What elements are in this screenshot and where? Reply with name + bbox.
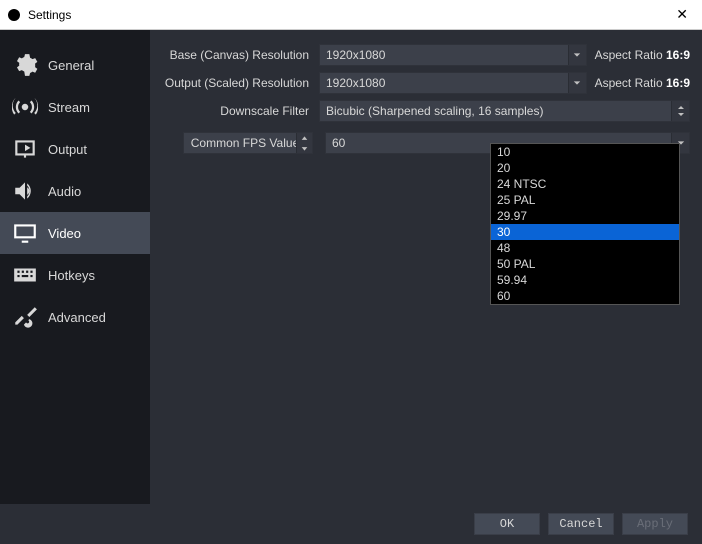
sidebar-item-label: Hotkeys <box>48 268 95 283</box>
ok-button[interactable]: OK <box>474 513 540 535</box>
cancel-button[interactable]: Cancel <box>548 513 614 535</box>
fps-option[interactable]: 30 <box>491 224 679 240</box>
downscale-filter-label: Downscale Filter <box>154 104 319 118</box>
sidebar-item-label: Audio <box>48 184 81 199</box>
chevron-down-icon <box>568 73 586 93</box>
sidebar-item-label: General <box>48 58 94 73</box>
fps-option[interactable]: 10 <box>491 144 679 160</box>
antenna-icon <box>12 96 38 118</box>
speaker-icon <box>12 180 38 202</box>
dialog-footer: OK Cancel Apply <box>0 504 702 544</box>
settings-panel-video: Base (Canvas) Resolution 1920x1080 Aspec… <box>150 30 702 504</box>
sidebar-item-advanced[interactable]: Advanced <box>0 296 150 338</box>
sidebar-item-stream[interactable]: Stream <box>0 86 150 128</box>
base-resolution-combo[interactable]: 1920x1080 <box>319 44 587 66</box>
keyboard-icon <box>12 264 38 286</box>
sidebar-item-label: Video <box>48 226 81 241</box>
sidebar-item-general[interactable]: General <box>0 44 150 86</box>
fps-value: 60 <box>332 136 345 150</box>
output-aspect-ratio: Aspect Ratio 16:9 <box>595 76 690 90</box>
output-resolution-value: 1920x1080 <box>326 76 385 90</box>
monitor-icon <box>12 222 38 244</box>
sidebar-item-hotkeys[interactable]: Hotkeys <box>0 254 150 296</box>
fps-option[interactable]: 20 <box>491 160 679 176</box>
fps-mode-select[interactable]: Common FPS Values <box>183 132 313 154</box>
fps-option[interactable]: 24 NTSC <box>491 176 679 192</box>
base-resolution-label: Base (Canvas) Resolution <box>154 48 319 62</box>
sidebar-item-label: Stream <box>48 100 90 115</box>
gear-icon <box>12 54 38 76</box>
sidebar-item-video[interactable]: Video <box>0 212 150 254</box>
tools-icon <box>12 306 38 328</box>
fps-option[interactable]: 60 <box>491 288 679 304</box>
close-icon[interactable]: ✕ <box>670 6 694 23</box>
window-title: Settings <box>28 8 670 22</box>
base-aspect-ratio: Aspect Ratio 16:9 <box>595 48 690 62</box>
fps-option[interactable]: 50 PAL <box>491 256 679 272</box>
titlebar: Settings ✕ <box>0 0 702 30</box>
output-resolution-combo[interactable]: 1920x1080 <box>319 72 587 94</box>
fps-option[interactable]: 25 PAL <box>491 192 679 208</box>
chevron-down-icon <box>568 45 586 65</box>
sidebar-item-label: Output <box>48 142 87 157</box>
fps-option[interactable]: 29.97 <box>491 208 679 224</box>
spinner-icon <box>671 101 689 121</box>
app-icon <box>8 9 20 21</box>
output-resolution-label: Output (Scaled) Resolution <box>154 76 319 90</box>
apply-button: Apply <box>622 513 688 535</box>
sidebar-item-audio[interactable]: Audio <box>0 170 150 212</box>
fps-option[interactable]: 48 <box>491 240 679 256</box>
fps-dropdown[interactable]: 102024 NTSC25 PAL29.97304850 PAL59.9460 <box>490 143 680 305</box>
spinner-icon <box>296 133 312 153</box>
downscale-filter-value: Bicubic (Sharpened scaling, 16 samples) <box>326 104 543 118</box>
downscale-filter-combo[interactable]: Bicubic (Sharpened scaling, 16 samples) <box>319 100 690 122</box>
fps-mode-label: Common FPS Values <box>191 136 306 150</box>
fps-option[interactable]: 59.94 <box>491 272 679 288</box>
sidebar-item-output[interactable]: Output <box>0 128 150 170</box>
output-icon <box>12 138 38 160</box>
sidebar-item-label: Advanced <box>48 310 106 325</box>
base-resolution-value: 1920x1080 <box>326 48 385 62</box>
sidebar: General Stream Output Audio Video Hotkey… <box>0 30 150 504</box>
